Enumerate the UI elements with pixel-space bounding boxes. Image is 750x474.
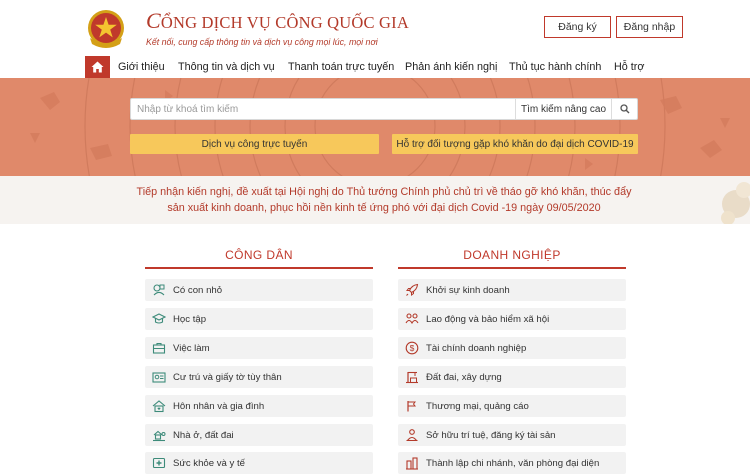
register-button[interactable]: Đăng ký: [544, 16, 611, 38]
search-input[interactable]: [131, 99, 515, 119]
business-item-khoi-su[interactable]: Khởi sự kinh doanh: [398, 279, 626, 301]
home-icon[interactable]: [85, 56, 110, 78]
item-label: Thành lập chi nhánh, văn phòng đại diện: [426, 457, 600, 469]
covid-support-button[interactable]: Hỗ trợ đối tượng gặp khó khăn do đại dịc…: [392, 134, 638, 154]
citizen-section-divider: [145, 267, 373, 269]
search-icon: [620, 104, 630, 114]
portal-subtitle: Kết nối, cung cấp thông tin và dịch vụ c…: [146, 37, 378, 47]
citizen-item-cu-tru[interactable]: Cư trú và giấy tờ tùy thân: [145, 366, 373, 388]
item-label: Sở hữu trí tuệ, đăng ký tài sản: [426, 429, 556, 441]
announcement-link[interactable]: Tiếp nhận kiến nghị, đề xuất tại Hội ngh…: [130, 184, 638, 216]
item-label: Học tập: [173, 313, 207, 325]
business-item-lao-dong[interactable]: Lao động và bảo hiểm xã hội: [398, 308, 626, 330]
workers-icon: [404, 311, 420, 327]
megaphone-icon: [404, 398, 420, 414]
graduation-cap-icon: [151, 311, 167, 327]
nav-item-thong-tin-dich-vu[interactable]: Thông tin và dịch vụ: [178, 56, 275, 78]
item-label: Sức khỏe và y tế: [173, 457, 246, 469]
advanced-search-button[interactable]: Tìm kiếm nâng cao: [515, 99, 611, 119]
citizen-item-hon-nhan[interactable]: Hôn nhân và gia đình: [145, 395, 373, 417]
item-label: Đất đai, xây dựng: [426, 371, 502, 383]
portal-title: CỔNG DỊCH VỤ CÔNG QUỐC GIA: [146, 8, 409, 33]
id-card-icon: [151, 369, 167, 385]
citizen-section-title: CÔNG DÂN: [225, 248, 293, 262]
intellectual-property-icon: [404, 427, 420, 443]
item-label: Việc làm: [173, 342, 210, 354]
announcement-banner: Tiếp nhận kiến nghị, đề xuất tại Hội ngh…: [0, 176, 750, 224]
citizen-item-viec-lam[interactable]: Việc làm: [145, 337, 373, 359]
item-label: Nhà ở, đất đai: [173, 429, 234, 441]
business-item-tai-chinh[interactable]: $ Tài chính doanh nghiệp: [398, 337, 626, 359]
citizen-item-nha-o[interactable]: Nhà ở, đất đai: [145, 424, 373, 446]
header: CỔNG DỊCH VỤ CÔNG QUỐC GIA Kết nối, cung…: [0, 0, 750, 56]
national-emblem-icon[interactable]: [84, 8, 128, 50]
construction-icon: [404, 369, 420, 385]
item-label: Thương mại, quảng cáo: [426, 400, 529, 412]
health-icon: [151, 455, 167, 471]
citizen-item-hoc-tap[interactable]: Học tập: [145, 308, 373, 330]
business-item-thuong-mai[interactable]: Thương mại, quảng cáo: [398, 395, 626, 417]
svg-text:$: $: [410, 343, 415, 353]
briefcase-icon: [151, 340, 167, 356]
online-services-button[interactable]: Dịch vụ công trực tuyến: [130, 134, 379, 154]
item-label: Khởi sự kinh doanh: [426, 284, 510, 296]
nav-item-gioi-thieu[interactable]: Giới thiệu: [118, 56, 165, 78]
business-item-so-huu-tri-tue[interactable]: Sở hữu trí tuệ, đăng ký tài sản: [398, 424, 626, 446]
branch-office-icon: [404, 455, 420, 471]
family-home-icon: [151, 398, 167, 414]
hero-banner: Tìm kiếm nâng cao Dịch vụ công trực tuyế…: [0, 78, 750, 176]
flower-decoration-icon: [721, 182, 750, 224]
item-label: Cư trú và giấy tờ tùy thân: [173, 371, 282, 383]
search-bar: Tìm kiếm nâng cao: [130, 98, 638, 120]
item-label: Tài chính doanh nghiệp: [426, 342, 527, 354]
nav-item-ho-tro[interactable]: Hỗ trợ: [614, 56, 644, 78]
house-land-icon: [151, 427, 167, 443]
main-nav: Giới thiệu Thông tin và dịch vụ Thanh to…: [0, 56, 750, 78]
business-section-title: DOANH NGHIỆP: [463, 248, 561, 262]
item-label: Có con nhỏ: [173, 284, 223, 296]
item-label: Lao động và bảo hiểm xã hội: [426, 313, 550, 325]
nav-item-thanh-toan[interactable]: Thanh toán trực tuyến: [288, 56, 394, 78]
dollar-icon: $: [404, 340, 420, 356]
item-label: Hôn nhân và gia đình: [173, 400, 265, 412]
business-item-dat-dai[interactable]: Đất đai, xây dựng: [398, 366, 626, 388]
baby-icon: [151, 282, 167, 298]
login-button[interactable]: Đăng nhập: [616, 16, 683, 38]
bronze-drum-pattern-icon: [30, 78, 730, 176]
nav-item-thu-tuc[interactable]: Thủ tục hành chính: [509, 56, 601, 78]
rocket-icon: [404, 282, 420, 298]
nav-item-phan-anh[interactable]: Phản ánh kiến nghị: [405, 56, 497, 78]
search-button[interactable]: [611, 99, 638, 119]
business-section-divider: [398, 267, 626, 269]
citizen-item-co-con-nho[interactable]: Có con nhỏ: [145, 279, 373, 301]
